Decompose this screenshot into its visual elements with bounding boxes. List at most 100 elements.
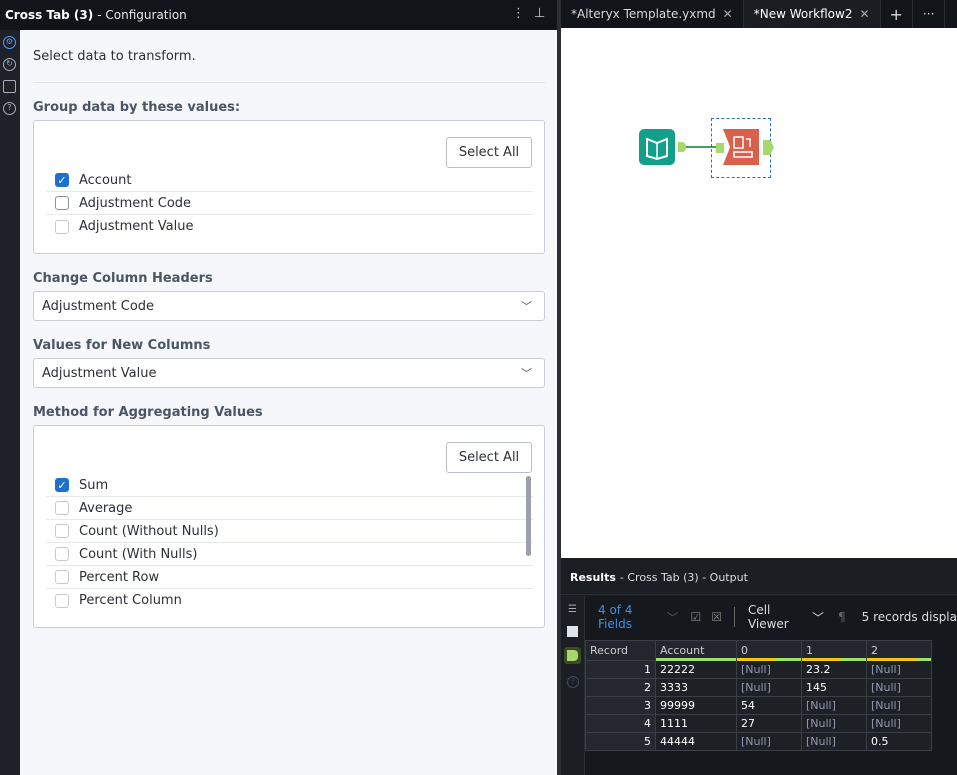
cell-viewer-dropdown[interactable]: Cell Viewer <box>748 603 806 631</box>
close-icon[interactable]: ✕ <box>859 7 869 21</box>
table-cell[interactable]: [Null] <box>736 678 802 697</box>
group-field-adjustment-code[interactable]: Adjustment Code <box>46 192 533 215</box>
help-icon[interactable]: ? <box>567 676 579 688</box>
record-number[interactable]: 1 <box>585 660 656 679</box>
method-label-text: Percent Column <box>79 593 182 608</box>
column-headers-dropdown[interactable]: Adjustment Code ﹀ <box>33 291 545 321</box>
table-cell[interactable]: [Null] <box>866 678 932 697</box>
more-options-icon[interactable]: ⋮ <box>512 6 525 21</box>
table-cell[interactable]: 23.2 <box>801 660 867 679</box>
output-anchor-icon[interactable] <box>564 647 581 664</box>
config-panel: Select data to transform. Group data by … <box>20 30 557 775</box>
dropdown-value: Adjustment Value <box>42 365 157 381</box>
input-anchor-icon[interactable] <box>567 626 578 637</box>
checkbox-checked[interactable]: ✓ <box>55 478 69 492</box>
close-icon[interactable]: ✕ <box>723 7 733 21</box>
table-cell[interactable]: [Null] <box>736 660 802 679</box>
method-label-text: Average <box>79 500 133 516</box>
values-label: Values for New Columns <box>33 338 211 353</box>
record-number[interactable]: 3 <box>585 696 656 715</box>
checkbox[interactable] <box>55 570 69 584</box>
field-label: Account <box>79 172 132 188</box>
new-tab-button[interactable]: + <box>881 0 913 28</box>
table-cell[interactable]: 99999 <box>655 696 737 715</box>
table-cell[interactable]: [Null] <box>801 732 867 751</box>
method-select-all-button[interactable]: Select All <box>446 442 532 473</box>
table-cell[interactable]: [Null] <box>801 714 867 733</box>
table-cell[interactable]: [Null] <box>801 696 867 715</box>
column-header[interactable]: 1 <box>801 640 867 661</box>
group-field-adjustment-value[interactable]: Adjustment Value <box>46 215 533 238</box>
record-number[interactable]: 2 <box>585 678 656 697</box>
pilcrow-icon[interactable]: ¶ <box>838 610 846 624</box>
field-label: Adjustment Code <box>79 195 192 211</box>
input-anchor[interactable] <box>716 143 724 153</box>
table-row[interactable]: 4 1111 27 [Null] [Null] <box>585 714 932 733</box>
table-cell[interactable]: 0.5 <box>866 732 932 751</box>
check-all-icon[interactable]: ☑ <box>691 610 702 624</box>
table-cell[interactable]: 44444 <box>655 732 737 751</box>
list-icon[interactable]: ☰ <box>568 604 577 615</box>
checkbox[interactable] <box>55 547 69 561</box>
tab-label: *New Workflow2 <box>753 7 853 21</box>
checkbox[interactable] <box>55 196 69 210</box>
table-cell[interactable]: 145 <box>801 678 867 697</box>
connection-icon[interactable]: ↻ <box>3 58 16 71</box>
table-row[interactable]: 3 99999 54 [Null] [Null] <box>585 696 932 715</box>
method-percent-row[interactable]: Percent Row <box>46 566 533 589</box>
column-header[interactable]: 0 <box>736 640 802 661</box>
group-select-all-button[interactable]: Select All <box>446 137 532 168</box>
method-count-without-nulls[interactable]: Count (Without Nulls) <box>46 520 533 543</box>
table-row[interactable]: 5 44444 [Null] [Null] 0.5 <box>585 732 932 751</box>
table-cell[interactable]: [Null] <box>866 696 932 715</box>
column-header[interactable]: 2 <box>866 640 932 661</box>
checkbox[interactable] <box>55 593 69 608</box>
table-row[interactable]: 1 22222 [Null] 23.2 [Null] <box>585 660 932 679</box>
table-cell[interactable]: 27 <box>736 714 802 733</box>
output-anchor[interactable] <box>763 140 774 155</box>
table-cell[interactable]: 3333 <box>655 678 737 697</box>
table-cell[interactable]: [Null] <box>866 660 932 679</box>
panel-subtitle: - Configuration <box>97 8 187 22</box>
tab-label: *Alteryx Template.yxmd <box>571 7 716 21</box>
table-cell[interactable]: [Null] <box>866 714 932 733</box>
config-icon-rail: ⚙ ↻ ? <box>0 30 20 775</box>
uncheck-all-icon[interactable]: ☒ <box>711 610 722 624</box>
records-count: 5 records displa <box>861 610 957 624</box>
method-average[interactable]: Average <box>46 497 533 520</box>
checkbox-checked[interactable]: ✓ <box>55 173 69 187</box>
pin-icon[interactable]: ⊥ <box>534 6 545 21</box>
checkbox[interactable] <box>55 524 69 538</box>
divider <box>33 82 545 83</box>
output-anchor[interactable] <box>678 142 686 152</box>
fields-selector[interactable]: 4 of 4 Fields <box>598 603 661 631</box>
more-tabs-icon[interactable]: ··· <box>913 0 946 28</box>
method-count-with-nulls[interactable]: Count (With Nulls) <box>46 543 533 566</box>
input-data-tool-icon[interactable] <box>639 129 675 165</box>
group-field-account[interactable]: ✓ Account <box>46 169 533 192</box>
method-percent-column[interactable]: Percent Column <box>46 589 533 612</box>
method-label-text: Percent Row <box>79 569 160 585</box>
results-rail: ☰ ? <box>561 596 585 775</box>
tag-icon[interactable] <box>3 80 16 93</box>
gear-icon[interactable]: ⚙ <box>3 36 16 49</box>
scrollbar[interactable] <box>526 476 531 556</box>
method-sum[interactable]: ✓ Sum <box>46 474 533 497</box>
record-number[interactable]: 5 <box>585 732 656 751</box>
workflow-canvas[interactable] <box>561 28 957 558</box>
record-number[interactable]: 4 <box>585 714 656 733</box>
values-dropdown[interactable]: Adjustment Value ﹀ <box>33 358 545 388</box>
table-row[interactable]: 2 3333 [Null] 145 [Null] <box>585 678 932 697</box>
panel-title: Cross Tab (3) <box>5 8 94 22</box>
help-icon[interactable]: ? <box>3 102 16 115</box>
tab-new-workflow2[interactable]: *New Workflow2 ✕ <box>743 0 881 28</box>
table-cell[interactable]: 1111 <box>655 714 737 733</box>
checkbox[interactable] <box>55 501 69 515</box>
column-header[interactable]: Record <box>585 640 656 661</box>
tab-alteryx-template[interactable]: *Alteryx Template.yxmd ✕ <box>561 0 744 28</box>
table-cell[interactable]: [Null] <box>736 732 802 751</box>
table-cell[interactable]: 22222 <box>655 660 737 679</box>
column-header[interactable]: Account <box>655 640 737 661</box>
checkbox-disabled <box>55 219 69 234</box>
table-cell[interactable]: 54 <box>736 696 802 715</box>
